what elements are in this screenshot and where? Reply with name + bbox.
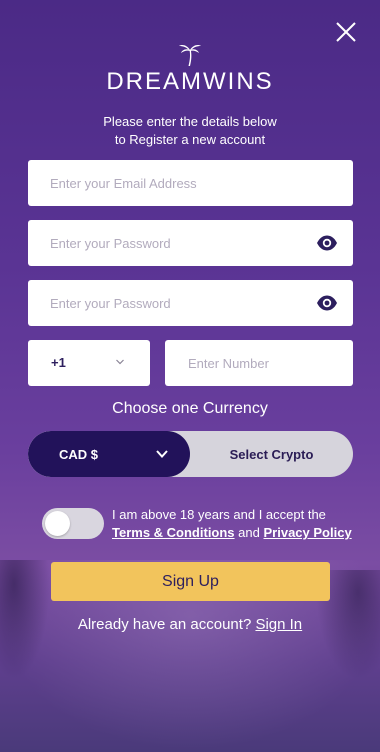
sign-in-link[interactable]: Sign In [255,616,302,633]
confirm-password-field[interactable] [28,280,353,326]
close-button[interactable] [334,20,358,44]
terms-prefix: I am above 18 years and I accept the [112,507,326,522]
palm-tree-icon [179,45,201,66]
terms-and: and [238,525,260,540]
email-input[interactable] [28,160,353,206]
eye-icon [317,295,337,311]
eye-icon [317,235,337,251]
signin-prompt: Already have an account? Sign In [0,616,380,633]
currency-fiat-option[interactable]: CAD $ [28,431,190,477]
currency-fiat-label: CAD $ [59,447,99,462]
currency-crypto-option[interactable]: Select Crypto [190,431,353,477]
age-terms-toggle[interactable] [42,508,104,539]
intro-line-2: to Register a new account [114,132,266,147]
sign-up-button[interactable]: Sign Up [51,562,330,601]
terms-conditions-link[interactable]: Terms & Conditions [112,525,235,540]
close-icon [336,22,356,42]
phone-number-field[interactable] [165,340,353,386]
currency-crypto-label: Select Crypto [229,447,314,462]
confirm-password-input[interactable] [28,280,353,326]
signin-prompt-text: Already have an account? [77,616,252,633]
intro-text: Please enter the details below to Regist… [0,113,380,149]
email-field[interactable] [28,160,353,206]
currency-toggle: CAD $ Select Crypto [28,431,353,477]
show-confirm-password-button[interactable] [316,294,338,312]
chevron-down-icon [156,450,168,458]
intro-line-1: Please enter the details below [103,114,277,129]
terms-text: I am above 18 years and I accept the Ter… [112,506,362,542]
country-code-value: +1 [51,355,66,370]
country-code-select[interactable]: +1 [28,340,150,386]
password-field[interactable] [28,220,353,266]
chevron-down-icon [116,359,124,365]
logo-text: DREAMWINS [106,68,274,95]
show-password-button[interactable] [316,234,338,252]
phone-number-input[interactable] [165,340,353,386]
toggle-knob [45,511,70,536]
currency-title: Choose one Currency [112,400,268,417]
privacy-policy-link[interactable]: Privacy Policy [264,525,352,540]
brand-logo: DREAMWINS [0,42,380,96]
password-input[interactable] [28,220,353,266]
